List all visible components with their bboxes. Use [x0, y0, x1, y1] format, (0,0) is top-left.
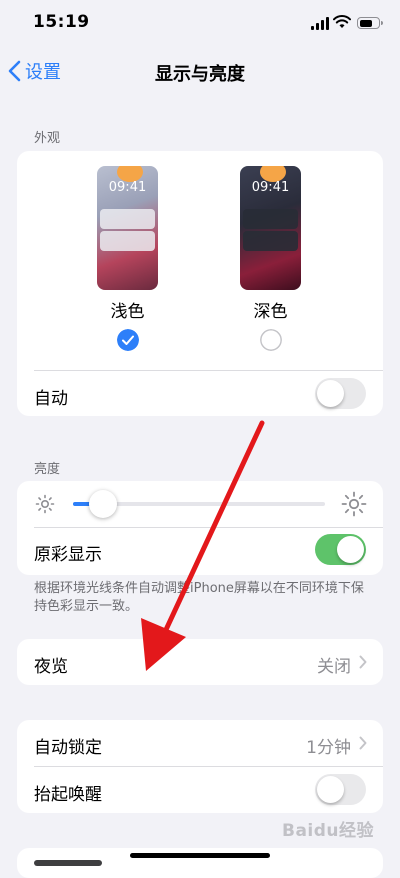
brightness-card: 原彩显示: [17, 481, 383, 575]
raise-to-wake-label: 抬起唤醒: [34, 785, 102, 805]
dark-mode-preview[interactable]: 09:41: [240, 166, 301, 290]
true-tone-label: 原彩显示: [34, 545, 102, 565]
raise-to-wake-toggle[interactable]: [315, 774, 366, 805]
wifi-icon: [333, 15, 351, 28]
chevron-right-icon: [359, 655, 367, 669]
auto-lock-label: 自动锁定: [34, 738, 102, 758]
auto-appearance-label: 自动: [34, 389, 68, 409]
lock-card: 自动锁定 1分钟 抬起唤醒: [17, 720, 383, 813]
cellular-signal-icon: [311, 16, 329, 30]
dark-mode-radio-icon[interactable]: [260, 329, 282, 351]
status-time: 15:19: [33, 12, 90, 32]
night-shift-label: 夜览: [34, 657, 68, 677]
dark-preview-time: 09:41: [251, 180, 290, 195]
brightness-slider-thumb[interactable]: [89, 490, 118, 518]
home-indicator: [130, 853, 270, 858]
dark-mode-label: 深色: [253, 302, 288, 322]
battery-icon: [357, 17, 383, 29]
page-title: 显示与亮度: [155, 64, 245, 85]
auto-lock-value: 1分钟: [306, 738, 351, 758]
appearance-section-header: 外观: [34, 131, 61, 146]
true-tone-footnote: 根据环境光线条件自动调整iPhone屏幕以在不同环境下保持色彩显示一致。: [34, 581, 364, 614]
chevron-right-icon: [359, 736, 367, 750]
auto-appearance-toggle[interactable]: [315, 378, 366, 409]
night-shift-value: 关闭: [317, 657, 351, 677]
sun-high-icon: [341, 491, 367, 517]
light-mode-label: 浅色: [110, 302, 145, 322]
brightness-section-header: 亮度: [34, 462, 61, 477]
light-mode-checkmark-icon[interactable]: [117, 329, 139, 351]
baidu-watermark: Baidu经验: [282, 821, 375, 841]
auto-lock-row[interactable]: 自动锁定 1分钟: [17, 720, 383, 766]
light-mode-preview[interactable]: 09:41: [97, 166, 158, 290]
light-preview-time: 09:41: [108, 180, 147, 195]
night-shift-row[interactable]: 夜览 关闭: [17, 639, 383, 685]
sun-low-icon: [35, 494, 55, 514]
true-tone-toggle[interactable]: [315, 534, 366, 565]
appearance-card: 09:41 09:41 浅色 深色 自动: [17, 151, 383, 416]
